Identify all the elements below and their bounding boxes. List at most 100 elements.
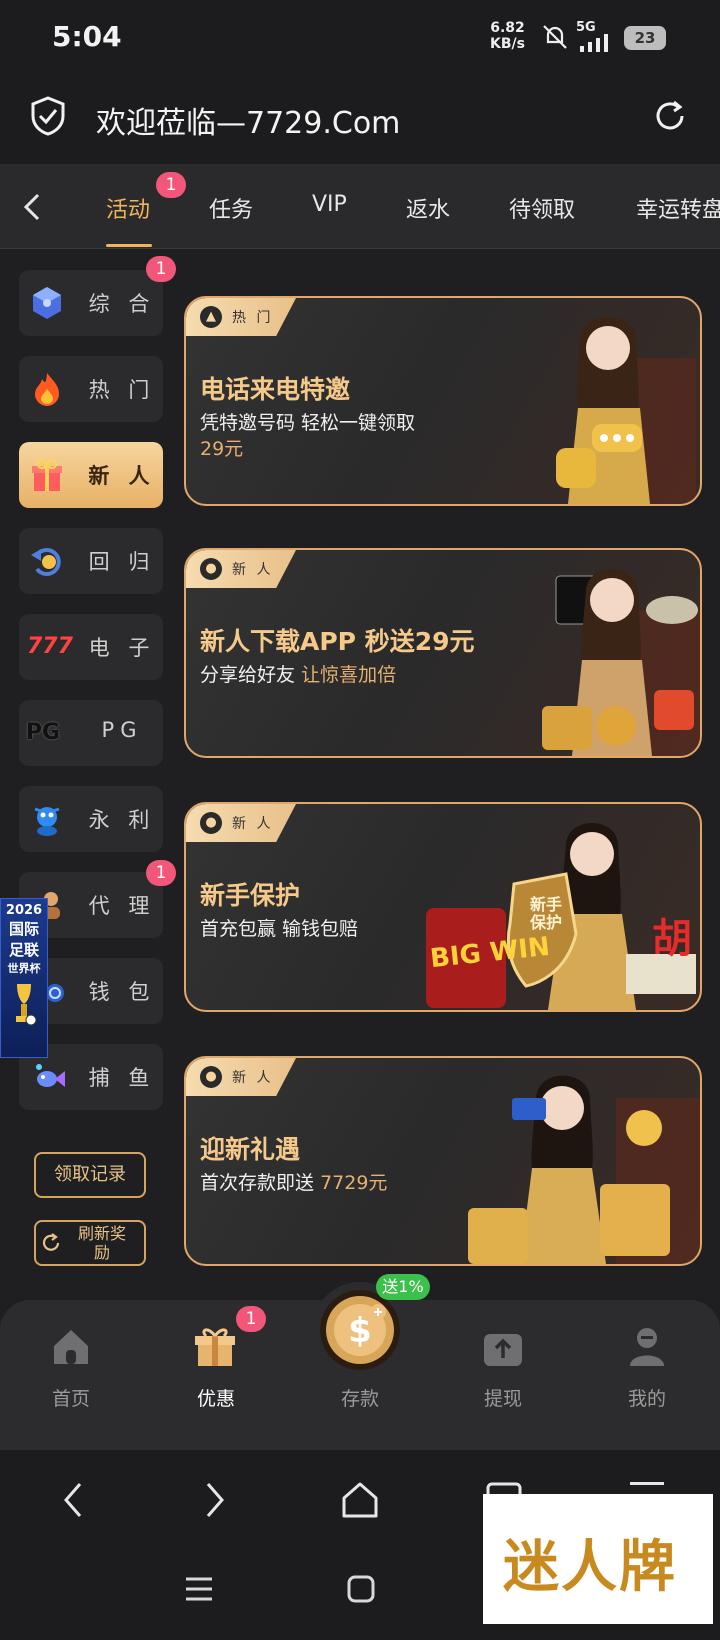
card-subtitle: 凭特邀号码 轻松一键领取 — [200, 412, 416, 434]
sidebar-item-label: 综 合 — [88, 292, 156, 316]
tab-pending[interactable]: 待领取 — [509, 192, 575, 224]
refresh-small-icon — [40, 1232, 62, 1258]
tab-rebate[interactable]: 返水 — [406, 192, 450, 224]
tab-activities[interactable]: 活动 — [106, 192, 150, 224]
nav-home-label[interactable]: 首页 — [31, 1384, 111, 1411]
sidebar-item-newbie[interactable]: 新 人 — [19, 442, 163, 508]
card-title: 电话来电特邀 — [200, 375, 351, 404]
promo-card-welcome-bonus[interactable]: ● 新 人 迎新礼遇 首次存款即送 7729元 — [184, 1056, 702, 1266]
card-title: 新手保护 — [200, 881, 301, 910]
deposit-coin-icon[interactable]: $ — [318, 1288, 402, 1376]
shield-check-icon[interactable] — [30, 96, 66, 140]
fish-icon — [27, 1057, 67, 1097]
nav-badge: 1 — [236, 1306, 266, 1332]
sidebar-item-wynn[interactable]: 永 利 — [19, 786, 163, 852]
sidebar-item-label: 新 人 — [88, 464, 156, 488]
banner-text: 足联 — [8, 941, 39, 959]
browser-menu-icon[interactable] — [630, 1482, 664, 1485]
home-icon[interactable] — [48, 1326, 94, 1372]
nav-profile-label[interactable]: 我的 — [607, 1384, 687, 1411]
sidebar-item-label: PG — [101, 718, 143, 742]
network-type: 5G — [576, 20, 596, 35]
user-icon: ● — [200, 812, 222, 834]
worldcup-float-banner[interactable]: 2026 国际 足联 世界杯 — [0, 898, 48, 1058]
card-sub-highlight: 让惊喜加倍 — [301, 664, 397, 686]
shield-art-text: 新手保护 — [529, 895, 562, 932]
card-tag: ● 新 人 — [186, 550, 296, 588]
card-subtitle: 首充包赢 输钱包赔 — [200, 918, 359, 940]
sidebar-item-label: 代 理 — [88, 894, 156, 918]
claim-record-button[interactable]: 领取记录 — [34, 1152, 146, 1198]
card-sub-text: 首次存款即送 — [200, 1172, 315, 1194]
recents-icon[interactable] — [184, 1576, 214, 1606]
tab-tasks[interactable]: 任务 — [209, 192, 253, 224]
card-title: 迎新礼遇 — [200, 1135, 301, 1164]
promo-card-newbie-protection[interactable]: ● 新 人 新手保护 首充包赢 输钱包赔 BIG WIN 新手保护 胡 — [184, 802, 702, 1012]
page-title[interactable]: 欢迎莅临—7729.Com — [96, 98, 400, 142]
sidebar-item-hot[interactable]: 热 门 — [19, 356, 163, 422]
card-tag: ● 新 人 — [186, 1058, 296, 1096]
profile-icon[interactable] — [624, 1324, 670, 1372]
watermark-text: 迷人牌 — [503, 1534, 677, 1600]
pg-logo-icon: PG — [25, 720, 61, 745]
promo-model-illustration — [426, 1058, 700, 1264]
tab-vip[interactable]: VIP — [312, 192, 347, 217]
card-tag: ▲ 热 门 — [186, 298, 296, 336]
sidebar-item-pg[interactable]: PG PG — [19, 700, 163, 766]
trophy-icon — [11, 982, 37, 1026]
sidebar-item-label: 钱 包 — [88, 980, 156, 1004]
sidebar-item-slots[interactable]: 777 电 子 — [19, 614, 163, 680]
cube-icon — [27, 283, 67, 323]
browser-forward-icon[interactable] — [204, 1480, 228, 1524]
sidebar-badge: 1 — [146, 256, 176, 282]
card-sub-text: 分享给好友 — [200, 664, 296, 686]
card-amount: 29元 — [200, 438, 244, 460]
card-tag-text: 新 人 — [232, 1070, 274, 1086]
promo-card-app-download[interactable]: ● 新 人 新人下载APP 秒送29元 分享给好友 让惊喜加倍 — [184, 548, 702, 758]
promo-model-illustration — [476, 550, 700, 756]
promo-card-phone-invite[interactable]: ▲ 热 门 电话来电特邀 凭特邀号码 轻松一键领取 29元 — [184, 296, 702, 506]
watermark-logo: 迷人牌 — [483, 1494, 713, 1624]
nav-promotions-label[interactable]: 优惠 — [176, 1384, 256, 1411]
card-tag-text: 热 门 — [232, 310, 274, 326]
mute-icon — [540, 22, 570, 56]
tab-badge: 1 — [156, 172, 186, 198]
sidebar-item-label: 回 归 — [88, 550, 156, 574]
tab-lucky-wheel[interactable]: 幸运转盘 — [636, 192, 720, 224]
status-time: 5:04 — [52, 20, 122, 53]
sidebar-item-general[interactable]: 综 合 — [19, 270, 163, 336]
refresh-reward-label: 刷新奖励 — [77, 1224, 126, 1262]
signal-icon — [578, 34, 614, 56]
banner-text: 国际 — [8, 920, 39, 938]
network-speed: 6.82 KB/s — [490, 20, 525, 52]
card-sub-highlight: 7729元 — [320, 1172, 388, 1194]
promo-model-illustration — [516, 298, 700, 504]
withdraw-icon[interactable] — [480, 1326, 526, 1372]
card-tag: ● 新 人 — [186, 804, 296, 842]
refresh-reward-button[interactable]: 刷新奖励 — [34, 1220, 146, 1266]
card-tag-text: 新 人 — [232, 816, 274, 832]
sidebar-item-return[interactable]: 回 归 — [19, 528, 163, 594]
deposit-bonus-bubble: 送1% — [376, 1274, 430, 1300]
tab-active-indicator — [106, 244, 152, 247]
gift-box-icon[interactable] — [192, 1324, 238, 1372]
browser-back-icon[interactable] — [60, 1480, 84, 1524]
system-home-icon[interactable] — [346, 1574, 376, 1608]
card-subtitle: 分享给好友 让惊喜加倍 — [200, 660, 396, 687]
sidebar-item-label: 永 利 — [88, 808, 156, 832]
browser-home-icon[interactable] — [340, 1480, 380, 1524]
sidebar-item-label: 热 门 — [88, 378, 156, 402]
nav-withdraw-label[interactable]: 提现 — [463, 1384, 543, 1411]
user-icon: ● — [200, 1066, 222, 1088]
flame-icon — [27, 369, 67, 409]
mascot-icon — [27, 799, 67, 839]
nav-deposit-label[interactable]: 存款 — [320, 1384, 400, 1411]
refresh-icon[interactable] — [652, 98, 688, 138]
sidebar-badge: 1 — [146, 860, 176, 886]
slot-777-icon: 777 — [27, 634, 73, 659]
speed-unit: KB/s — [490, 36, 525, 52]
svg-text:$: $ — [348, 1311, 372, 1351]
chevron-left-icon[interactable] — [22, 192, 42, 226]
promo-model-illustration: BIG WIN 新手保护 胡 — [426, 804, 700, 1010]
speed-value: 6.82 — [490, 20, 525, 36]
